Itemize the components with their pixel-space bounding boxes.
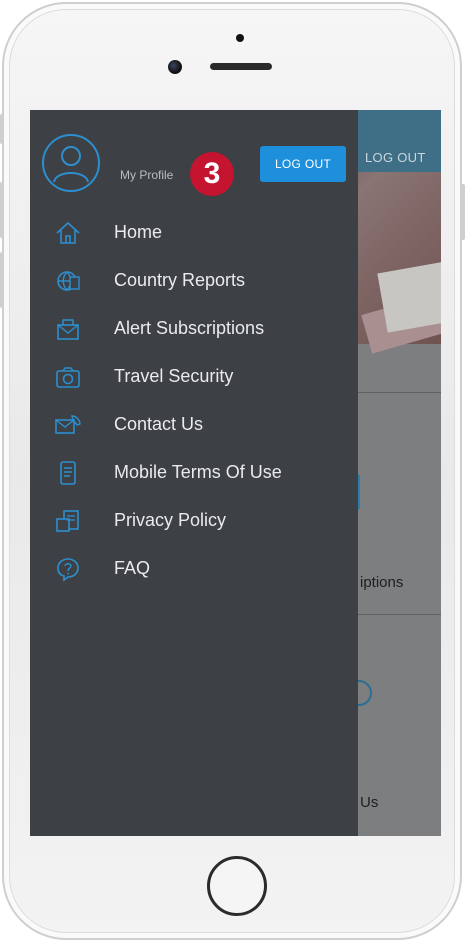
mute-switch — [0, 114, 4, 144]
contact-us-icon — [54, 412, 82, 438]
menu-item-label: Home — [114, 222, 163, 242]
menu-item-label: Country Reports — [114, 270, 246, 290]
home-icon — [54, 220, 82, 246]
my-profile-link[interactable]: My Profile — [120, 168, 173, 182]
menu-item-label: Mobile Terms Of Use — [114, 462, 282, 482]
menu-item-privacy-policy[interactable]: Privacy Policy — [30, 498, 358, 544]
menu-item-alert-subscriptions[interactable]: Alert Subscriptions — [30, 306, 358, 352]
privacy-policy-icon — [54, 508, 82, 534]
step-badge: 3 — [190, 152, 234, 196]
background-tile-label-contact: Us — [360, 794, 379, 811]
user-icon — [53, 146, 89, 183]
divider — [358, 392, 441, 393]
menu-item-label: FAQ — [114, 558, 151, 578]
travel-security-icon — [54, 364, 82, 390]
earpiece-speaker — [210, 63, 272, 70]
volume-down-button — [0, 252, 4, 308]
menu-item-contact-us[interactable]: Contact Us — [30, 402, 358, 448]
country-reports-icon — [54, 268, 82, 294]
menu-item-country-reports[interactable]: Country Reports — [30, 258, 358, 304]
phone-screen: LOG OUT iptions Us My Profile 3 LOG OUT … — [30, 110, 441, 836]
menu-item-label: Privacy Policy — [114, 510, 227, 530]
mobile-terms-icon — [54, 460, 82, 486]
alert-subscriptions-icon — [54, 316, 82, 342]
divider — [358, 614, 441, 615]
proximity-sensor — [236, 34, 244, 42]
side-drawer: My Profile 3 LOG OUT Home Country Report… — [30, 110, 358, 836]
faq-icon — [54, 556, 82, 582]
avatar[interactable] — [42, 134, 100, 192]
front-camera — [168, 60, 182, 74]
logout-button[interactable]: LOG OUT — [260, 146, 346, 182]
hero-image-ticket — [377, 261, 441, 333]
menu-item-label: Alert Subscriptions — [114, 318, 265, 338]
menu-item-faq[interactable]: FAQ — [30, 546, 358, 592]
background-logout-label: LOG OUT — [365, 150, 426, 165]
power-button — [461, 184, 465, 240]
background-tile-label-subscriptions: iptions — [360, 574, 404, 591]
menu-item-mobile-terms[interactable]: Mobile Terms Of Use — [30, 450, 358, 496]
volume-up-button — [0, 182, 4, 238]
home-button[interactable] — [207, 856, 267, 916]
menu-item-label: Travel Security — [114, 366, 234, 386]
menu-item-label: Contact Us — [114, 414, 204, 434]
menu-item-home[interactable]: Home — [30, 210, 358, 256]
menu-item-travel-security[interactable]: Travel Security — [30, 354, 358, 400]
